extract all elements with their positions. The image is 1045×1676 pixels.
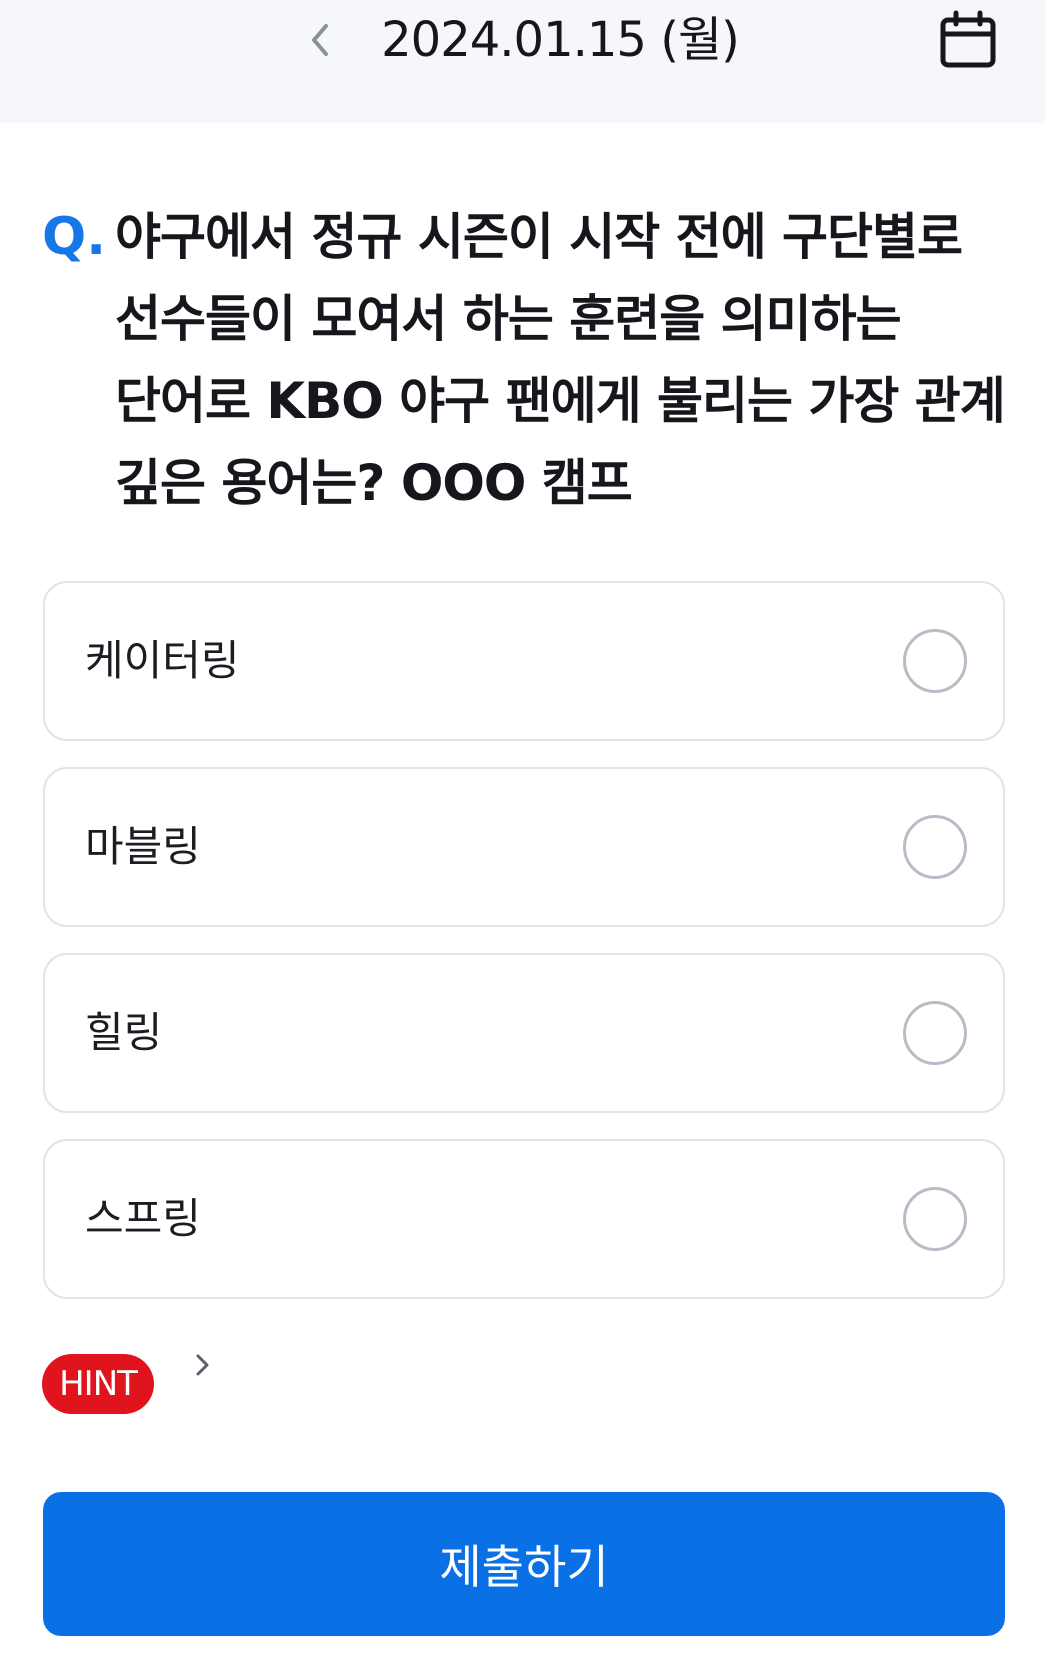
radio-circle-icon[interactable]: [903, 1187, 967, 1251]
question-prefix: Q.: [42, 207, 106, 267]
chevron-left-icon: [312, 24, 328, 56]
date-title: 2024.01.15 (월): [381, 12, 740, 68]
option-label: 마블링: [85, 822, 201, 871]
answer-option-1[interactable]: 케이터링: [43, 581, 1005, 741]
question-text: 야구에서 정규 시즌이 시작 전에 구단별로 선수들이 모여서 하는 훈련을 의…: [115, 208, 1006, 512]
answer-option-3[interactable]: 힐링: [43, 953, 1005, 1113]
previous-date-button[interactable]: [296, 16, 344, 64]
calendar-icon: [940, 10, 996, 68]
submit-button[interactable]: 제출하기: [43, 1492, 1005, 1636]
answer-option-2[interactable]: 마블링: [43, 767, 1005, 927]
hint-toggle[interactable]: HINT: [42, 1350, 222, 1416]
answer-option-4[interactable]: 스프링: [43, 1139, 1005, 1299]
calendar-button[interactable]: [938, 10, 998, 70]
radio-circle-icon[interactable]: [903, 815, 967, 879]
radio-circle-icon[interactable]: [903, 629, 967, 693]
chevron-right-icon: [196, 1354, 209, 1376]
top-header: 2024.01.15 (월): [0, 0, 1045, 123]
option-label: 힐링: [85, 1008, 163, 1057]
radio-circle-icon[interactable]: [903, 1001, 967, 1065]
hint-badge: HINT: [42, 1354, 154, 1414]
option-label: 케이터링: [85, 636, 240, 685]
option-label: 스프링: [85, 1194, 201, 1243]
